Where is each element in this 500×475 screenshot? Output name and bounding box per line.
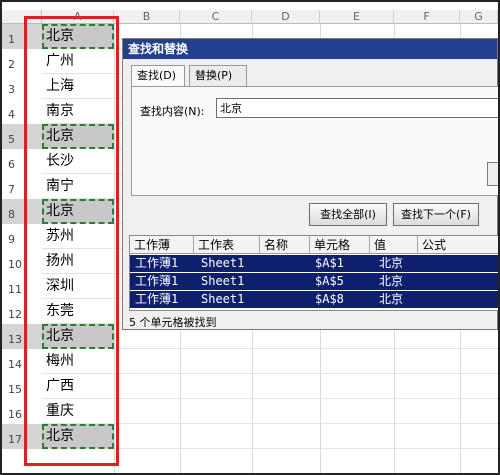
grid-hline: [114, 348, 498, 349]
cell-a16[interactable]: 重庆: [42, 399, 114, 424]
row-header-12[interactable]: 12: [2, 299, 42, 324]
column-header-b[interactable]: B: [114, 10, 180, 24]
result-cell: 北京: [379, 256, 404, 270]
results-col-header[interactable]: 值: [370, 236, 418, 254]
select-all-corner[interactable]: [2, 10, 42, 24]
cell-a6[interactable]: 长沙: [42, 149, 114, 174]
cell-a10[interactable]: 扬州: [42, 249, 114, 274]
row-header-17[interactable]: 17: [2, 424, 42, 449]
row-header-16[interactable]: 16: [2, 399, 42, 424]
results-col-header[interactable]: 公式: [418, 236, 498, 254]
result-cell: [262, 273, 265, 290]
row-header-11[interactable]: 11: [2, 274, 42, 299]
column-header-a[interactable]: A: [42, 10, 114, 24]
row-header-15[interactable]: 15: [2, 374, 42, 399]
find-tab-panel: 查找内容(N):: [131, 86, 498, 196]
results-col-header[interactable]: 工作薄: [130, 236, 194, 254]
find-all-button[interactable]: 查找全部(I): [309, 203, 387, 226]
cell-a17[interactable]: 北京: [42, 424, 114, 449]
row-header-13[interactable]: 13: [2, 324, 42, 349]
excel-window: ABCDEFG 1 2 3 4 5 6 7 8 9 10 11 12 13 14 15 16 17 北京 广州 上海…: [0, 0, 500, 475]
row-header-3[interactable]: 3: [2, 74, 42, 99]
cell-a14[interactable]: 梅州: [42, 349, 114, 374]
row-header-8[interactable]: 8: [2, 199, 42, 224]
find-what-label: 查找内容(N):: [140, 105, 205, 118]
row-header-bar: 1 2 3 4 5 6 7 8 9 10 11 12 13 14 15 16 17: [2, 24, 42, 473]
result-cell: Sheet1: [201, 292, 245, 306]
grid-hline: [114, 373, 498, 374]
cell-a11[interactable]: 深圳: [42, 274, 114, 299]
results-col-header[interactable]: 工作表: [194, 236, 260, 254]
result-cell: [262, 291, 265, 308]
column-header-f[interactable]: F: [394, 10, 460, 24]
column-header-g[interactable]: G: [460, 10, 498, 24]
column-header-d[interactable]: D: [252, 10, 320, 24]
tab-replace[interactable]: 替换(P): [189, 65, 247, 87]
grid-hline: [114, 423, 498, 424]
result-cell: 工作薄1: [135, 292, 179, 306]
result-cell: Sheet1: [201, 256, 245, 270]
cell-a13[interactable]: 北京: [42, 324, 114, 349]
result-cell: 北京: [379, 274, 404, 288]
cell-a12[interactable]: 东莞: [42, 299, 114, 324]
results-list[interactable]: 工作薄 工作表 名称 单元格值公式 工作薄1 Sheet1 $A$1 北京 工作薄1 Sheet…: [129, 235, 498, 311]
result-cell: 工作薄1: [135, 256, 179, 270]
result-cell: $A$8: [315, 292, 344, 306]
result-row[interactable]: 工作薄1 Sheet1 $A$8 北京: [130, 291, 498, 308]
grid-hline: [114, 448, 498, 449]
options-button[interactable]: [487, 162, 498, 186]
column-header-e[interactable]: E: [320, 10, 394, 24]
grid-vline: [114, 24, 115, 473]
cell-a3[interactable]: 上海: [42, 74, 114, 99]
find-replace-dialog: 查找和替换 查找(D) 替换(P) 查找内容(N): 查找全部(I) 查找下一个…: [122, 38, 498, 330]
cell-a15[interactable]: 广西: [42, 374, 114, 399]
result-row[interactable]: 工作薄1 Sheet1 $A$1 北京: [130, 255, 498, 272]
dialog-title: 查找和替换: [123, 39, 497, 59]
cell-a8[interactable]: 北京: [42, 199, 114, 224]
result-cell: $A$5: [315, 274, 344, 288]
row-header-5[interactable]: 5: [2, 124, 42, 149]
result-cell: $A$1: [315, 256, 344, 270]
row-header-4[interactable]: 4: [2, 99, 42, 124]
row-header-7[interactable]: 7: [2, 174, 42, 199]
cell-a2[interactable]: 广州: [42, 49, 114, 74]
column-a-cells: 北京 广州 上海 南京 北京 长沙 南宁 北京 苏州 扬州 深圳 东莞 北京 梅州 广西 重庆 北京: [42, 24, 114, 473]
result-cell: 工作薄1: [135, 274, 179, 288]
column-header-c[interactable]: C: [180, 10, 252, 24]
status-text: 5 个单元格被找到: [129, 316, 217, 329]
result-cell: 北京: [379, 292, 404, 306]
row-header-14[interactable]: 14: [2, 349, 42, 374]
results-col-header[interactable]: 单元格: [310, 236, 370, 254]
row-header-6[interactable]: 6: [2, 149, 42, 174]
result-cell: [420, 291, 423, 308]
row-header-10[interactable]: 10: [2, 249, 42, 274]
cell-a4[interactable]: 南京: [42, 99, 114, 124]
cell-a5[interactable]: 北京: [42, 124, 114, 149]
result-row[interactable]: 工作薄1 Sheet1 $A$5 北京: [130, 273, 498, 290]
find-next-button[interactable]: 查找下一个(F): [393, 203, 479, 226]
row-header-9[interactable]: 9: [2, 224, 42, 249]
cell-a1[interactable]: 北京: [42, 24, 114, 49]
result-cell: [262, 255, 265, 272]
find-what-input[interactable]: [216, 98, 498, 118]
column-header-bar: ABCDEFG: [2, 10, 498, 24]
row-header-2[interactable]: 2: [2, 49, 42, 74]
results-col-header[interactable]: 名称: [260, 236, 310, 254]
result-cell: [420, 255, 423, 272]
cell-a9[interactable]: 苏州: [42, 224, 114, 249]
row-header-1[interactable]: 1: [2, 24, 42, 49]
grid-hline: [114, 398, 498, 399]
result-cell: [420, 273, 423, 290]
results-header: 工作薄 工作表 名称 单元格值公式: [130, 236, 498, 254]
result-cell: Sheet1: [201, 274, 245, 288]
cell-a7[interactable]: 南宁: [42, 174, 114, 199]
